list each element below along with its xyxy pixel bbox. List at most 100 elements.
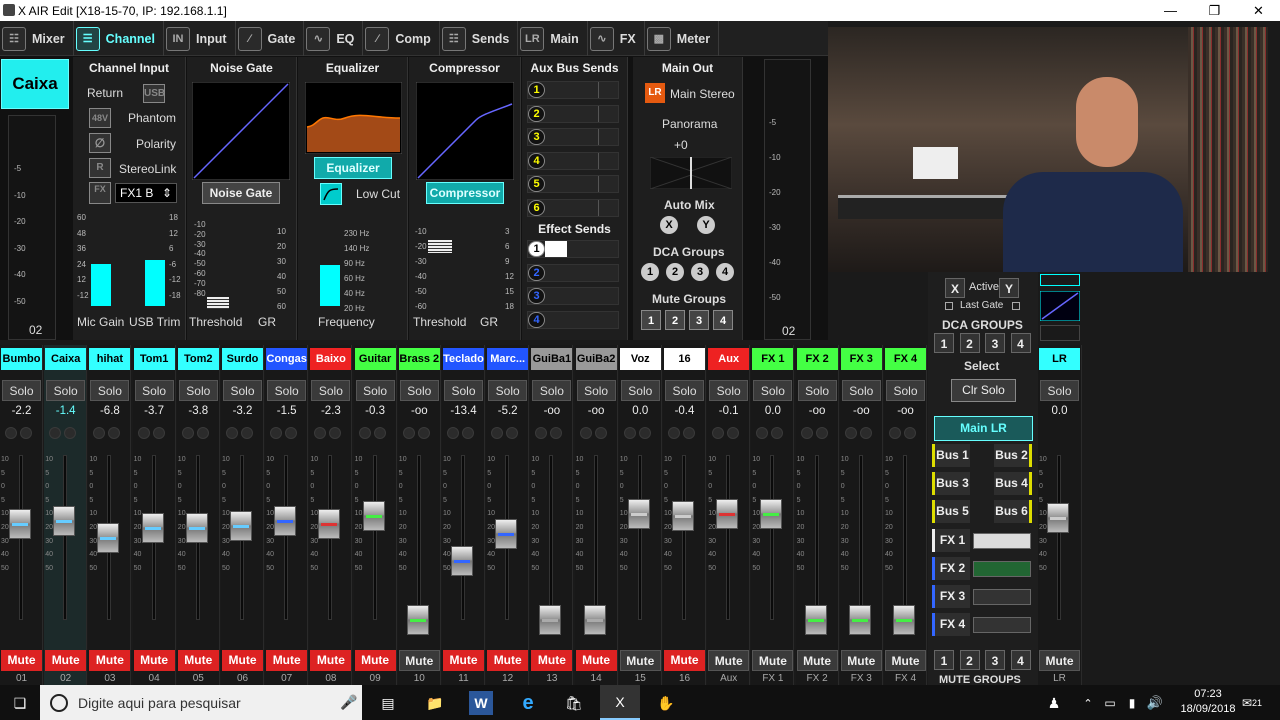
mute-group-3-button[interactable]: 3	[689, 310, 709, 330]
channel-name[interactable]: FX 2	[796, 348, 838, 370]
mute-button[interactable]: Mute	[266, 650, 308, 671]
fader-cap[interactable]	[9, 509, 31, 540]
dca-group-3-button[interactable]: 3	[691, 263, 709, 281]
compressor-button[interactable]: Compressor	[426, 182, 504, 204]
aux-send-3[interactable]: 3	[527, 128, 619, 146]
fader-cap[interactable]	[539, 605, 562, 635]
solo-button[interactable]: Solo	[886, 380, 925, 401]
tab-meter[interactable]: ▩ Meter	[645, 21, 720, 56]
channel-name[interactable]: Congas	[266, 348, 308, 370]
solo-button[interactable]: Solo	[134, 380, 174, 401]
sidebar-dca-3-button[interactable]: 3	[985, 333, 1005, 353]
app-hand-icon[interactable]: ✋	[654, 691, 678, 715]
channel-name[interactable]: Surdo	[222, 348, 263, 370]
tab-comp[interactable]: ∕ Comp	[363, 21, 440, 56]
fader-cap[interactable]	[672, 501, 694, 532]
solo-button[interactable]: Solo	[46, 380, 86, 401]
aux-send-6[interactable]: 6	[527, 198, 619, 217]
fader-cap[interactable]	[53, 506, 76, 536]
fader-cap[interactable]	[804, 605, 827, 635]
automix-y-button[interactable]: Y	[697, 216, 715, 234]
file-explorer-icon[interactable]: 📁	[423, 691, 447, 715]
sidebar-fx-2-button[interactable]: FX 2	[932, 557, 970, 580]
solo-button[interactable]: Solo	[709, 380, 749, 401]
last-gate-checkbox-right[interactable]	[1012, 302, 1020, 310]
tab-sends[interactable]: ☷ Sends	[440, 21, 519, 56]
equalizer-button[interactable]: Equalizer	[314, 157, 392, 179]
channel-name[interactable]: Bumbo	[1, 348, 42, 370]
tab-mixer[interactable]: ☷ Mixer	[0, 21, 74, 56]
channel-name[interactable]: 16	[664, 348, 705, 370]
solo-button[interactable]: Solo	[311, 380, 351, 401]
solo-button[interactable]: Solo	[90, 380, 130, 401]
solo-button[interactable]: Solo	[223, 380, 262, 401]
usb-trim-fader[interactable]	[145, 260, 165, 306]
aux-send-5[interactable]: 5	[527, 175, 619, 193]
fader-cap[interactable]	[451, 545, 473, 576]
sidebar-fx-3-button[interactable]: FX 3	[932, 585, 970, 608]
sidebar-mute-group-4-button[interactable]: 4	[1010, 650, 1031, 670]
solo-button[interactable]: Solo	[665, 380, 704, 401]
mute-button[interactable]: Mute	[1, 650, 42, 671]
tray-up-icon[interactable]: ⌃	[1076, 691, 1100, 715]
lr-assign-button[interactable]: LR	[645, 83, 665, 103]
channel-name[interactable]: Teclado	[443, 348, 484, 370]
fx-send-4[interactable]: 4	[527, 310, 619, 329]
solo-button[interactable]: Solo	[620, 380, 660, 401]
sidebar-bus-2-button[interactable]: Bus 2	[994, 444, 1032, 467]
fader-cap[interactable]	[141, 512, 164, 543]
network-icon[interactable]: ▭	[1098, 691, 1122, 715]
channel-name[interactable]: Brass 2	[398, 348, 440, 370]
mute-button[interactable]: Mute	[531, 650, 573, 671]
mute-button[interactable]: Mute	[398, 650, 440, 671]
channel-name[interactable]: Guitar	[354, 348, 396, 370]
tab-channel[interactable]: ☰ Channel	[74, 21, 164, 56]
mute-group-1-button[interactable]: 1	[641, 310, 661, 330]
sidebar-bus-3-button[interactable]: Bus 3	[932, 472, 970, 495]
mute-button[interactable]: Mute	[575, 650, 617, 671]
sidebar-fx-4-button[interactable]: FX 4	[932, 613, 970, 636]
sidebar-dca-2-button[interactable]: 2	[959, 333, 980, 353]
mute-button[interactable]: Mute	[45, 650, 87, 671]
fx-send-3[interactable]: 3	[527, 287, 619, 305]
mute-button[interactable]: Mute	[708, 650, 750, 671]
fader-cap[interactable]	[230, 510, 252, 541]
fader-cap[interactable]	[318, 509, 341, 540]
taskbar-search[interactable]: Digite aqui para pesquisar 🎤	[40, 685, 362, 720]
fx-insert-select[interactable]: FX1 B ⇕	[115, 183, 177, 203]
sidebar-mute-group-3-button[interactable]: 3	[985, 650, 1005, 670]
solo-button[interactable]: Solo	[2, 380, 41, 401]
mute-button[interactable]: Mute	[222, 650, 263, 671]
mute-button[interactable]: Mute	[885, 650, 926, 671]
noise-gate-button[interactable]: Noise Gate	[202, 182, 280, 204]
sidebar-dca-4-button[interactable]: 4	[1010, 333, 1031, 353]
notifications-icon[interactable]: ✉ 21	[1240, 691, 1264, 715]
mute-button-lr[interactable]: Mute	[1039, 650, 1080, 671]
fader-cap[interactable]	[583, 605, 606, 635]
fader-cap[interactable]	[185, 512, 208, 543]
channel-name[interactable]: Aux	[708, 348, 750, 370]
xair-edit-icon[interactable]: X	[600, 685, 640, 720]
mute-button[interactable]: Mute	[664, 650, 705, 671]
store-icon[interactable]: 🛍	[562, 691, 586, 715]
mute-button[interactable]: Mute	[443, 650, 484, 671]
fader-cap[interactable]	[274, 506, 297, 536]
polarity-button[interactable]: ∅	[89, 133, 111, 153]
sidebar-fx-1-button[interactable]: FX 1	[932, 529, 970, 552]
pan-control[interactable]	[650, 157, 732, 189]
fader-cap[interactable]	[716, 499, 739, 530]
channel-name[interactable]: Caixa	[45, 348, 87, 370]
mute-group-2-button[interactable]: 2	[665, 310, 685, 330]
sidebar-bus-6-button[interactable]: Bus 6	[994, 500, 1032, 523]
fader-cap[interactable]	[848, 605, 871, 635]
active-y-button[interactable]: Y	[999, 278, 1019, 298]
fader-cap[interactable]	[760, 499, 783, 530]
solo-button[interactable]: Solo	[178, 380, 218, 401]
channel-name[interactable]: FX 4	[885, 348, 926, 370]
comp-threshold-fader[interactable]	[428, 240, 452, 253]
mute-button[interactable]: Mute	[310, 650, 352, 671]
solo-button[interactable]: Solo	[444, 380, 483, 401]
solo-button[interactable]: Solo	[488, 380, 528, 401]
channel-name[interactable]: Tom1	[133, 348, 175, 370]
tab-main[interactable]: LR Main	[518, 21, 588, 56]
